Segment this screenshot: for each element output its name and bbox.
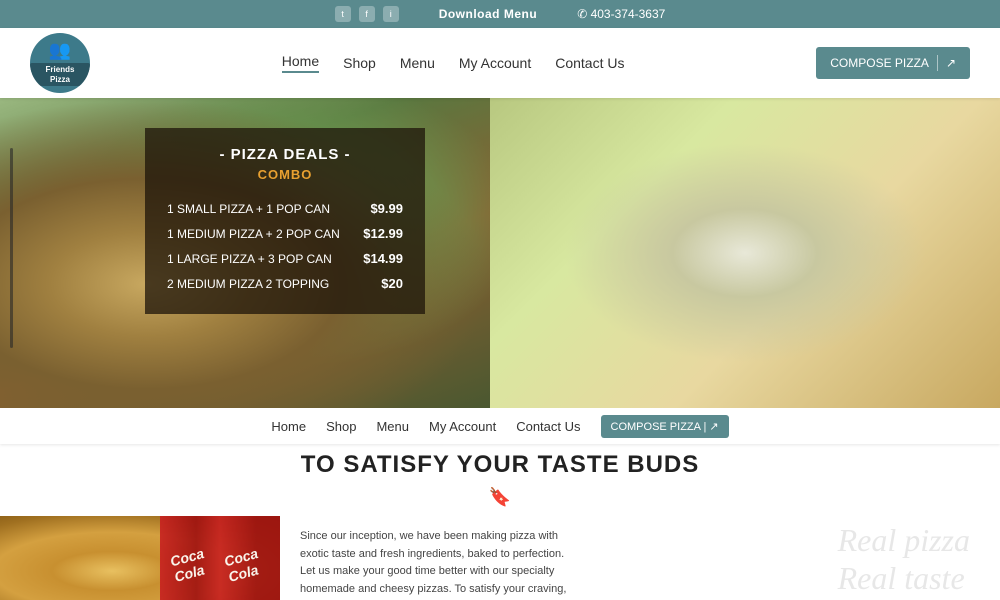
second-nav-menu[interactable]: Menu	[376, 419, 409, 434]
fork-decoration	[10, 148, 40, 348]
coke-label-2: CocaCola	[222, 545, 263, 585]
main-nav: Home Shop Menu My Account Contact Us	[282, 53, 625, 73]
nav-my-account[interactable]: My Account	[459, 55, 531, 71]
lower-strip: CocaCola CocaCola Real pizza Real taste …	[0, 516, 1000, 600]
twitter-icon[interactable]: t	[335, 6, 351, 22]
header: 👥 Friends Pizza Home Shop Menu My Accoun…	[0, 28, 1000, 98]
deals-subtitle: COMBO	[167, 167, 403, 182]
bottom-section: Friends Pizza TO SATISFY YOUR TASTE BUDS…	[0, 408, 1000, 600]
phone-number: ✆ 403-374-3637	[577, 7, 665, 21]
logo-icon: 👥 Friends Pizza	[30, 33, 90, 93]
real-pizza-watermark: Real pizza Real taste	[838, 521, 970, 598]
deal-name-4: 2 MEDIUM PIZZA 2 TOPPING	[167, 277, 358, 291]
compose-pizza-button[interactable]: COMPOSE PIZZA ↗	[816, 47, 970, 79]
hero-right-image	[490, 98, 1000, 408]
nav-shop[interactable]: Shop	[343, 55, 376, 71]
coke-label-1: CocaCola	[168, 545, 209, 585]
second-nav-my-account[interactable]: My Account	[429, 419, 496, 434]
second-nav-contact-us[interactable]: Contact Us	[516, 419, 580, 434]
deal-price-3: $14.99	[358, 251, 403, 266]
deal-price-2: $12.99	[358, 226, 403, 241]
deal-price-4: $20	[358, 276, 403, 291]
section-description: Since our inception, we have been making…	[300, 528, 580, 600]
instagram-icon[interactable]: i	[383, 6, 399, 22]
logo-area: 👥 Friends Pizza	[30, 33, 90, 93]
section-tagline: TO SATISFY YOUR TASTE BUDS	[301, 451, 700, 479]
deal-row-2: 1 MEDIUM PIZZA + 2 POP CAN $12.99	[167, 221, 403, 246]
logo-inner: 👥 Friends Pizza	[30, 40, 90, 87]
social-links: t f i	[335, 6, 399, 22]
deal-row-4: 2 MEDIUM PIZZA 2 TOPPING $20	[167, 271, 403, 296]
real-taste-line2: Real taste	[838, 560, 965, 596]
second-nav-home[interactable]: Home	[271, 419, 306, 434]
btn-divider	[937, 55, 938, 71]
real-pizza-line1: Real pizza	[838, 522, 970, 558]
bookmark-icon: 🔖	[489, 487, 511, 508]
compose-icon: ↗	[946, 56, 956, 70]
deals-title: - PIZZA DEALS -	[167, 146, 403, 163]
second-nav-bar: Home Shop Menu My Account Contact Us COM…	[0, 408, 1000, 444]
top-bar: t f i Download Menu ✆ 403-374-3637	[0, 0, 1000, 28]
deal-name-2: 1 MEDIUM PIZZA + 2 POP CAN	[167, 227, 358, 241]
deal-name-3: 1 LARGE PIZZA + 3 POP CAN	[167, 252, 358, 266]
second-compose-button[interactable]: COMPOSE PIZZA | ↗	[601, 415, 729, 438]
second-compose-icon: | ↗	[703, 421, 718, 433]
deal-row-3: 1 LARGE PIZZA + 3 POP CAN $14.99	[167, 246, 403, 271]
deal-price-1: $9.99	[358, 201, 403, 216]
deal-name-1: 1 SMALL PIZZA + 1 POP CAN	[167, 202, 358, 216]
pizza-thumbnail: CocaCola CocaCola	[0, 516, 280, 600]
nav-contact-us[interactable]: Contact Us	[555, 55, 624, 71]
download-menu-link[interactable]: Download Menu	[439, 7, 538, 21]
compose-btn-label: COMPOSE PIZZA	[830, 56, 929, 70]
facebook-icon[interactable]: f	[359, 6, 375, 22]
nav-home[interactable]: Home	[282, 53, 319, 73]
hero-section: - PIZZA DEALS - COMBO 1 SMALL PIZZA + 1 …	[0, 98, 1000, 408]
deal-row-1: 1 SMALL PIZZA + 1 POP CAN $9.99	[167, 196, 403, 221]
second-compose-label: COMPOSE PIZZA	[611, 421, 701, 433]
pizza-deals-panel: - PIZZA DEALS - COMBO 1 SMALL PIZZA + 1 …	[145, 128, 425, 314]
logo-name: Friends Pizza	[30, 63, 90, 86]
salad-plate-background	[490, 98, 1000, 408]
coke-cans-image: CocaCola CocaCola	[160, 516, 280, 600]
second-nav-shop[interactable]: Shop	[326, 419, 356, 434]
nav-menu[interactable]: Menu	[400, 55, 435, 71]
right-text-area: Real pizza Real taste Since our inceptio…	[280, 516, 1000, 600]
